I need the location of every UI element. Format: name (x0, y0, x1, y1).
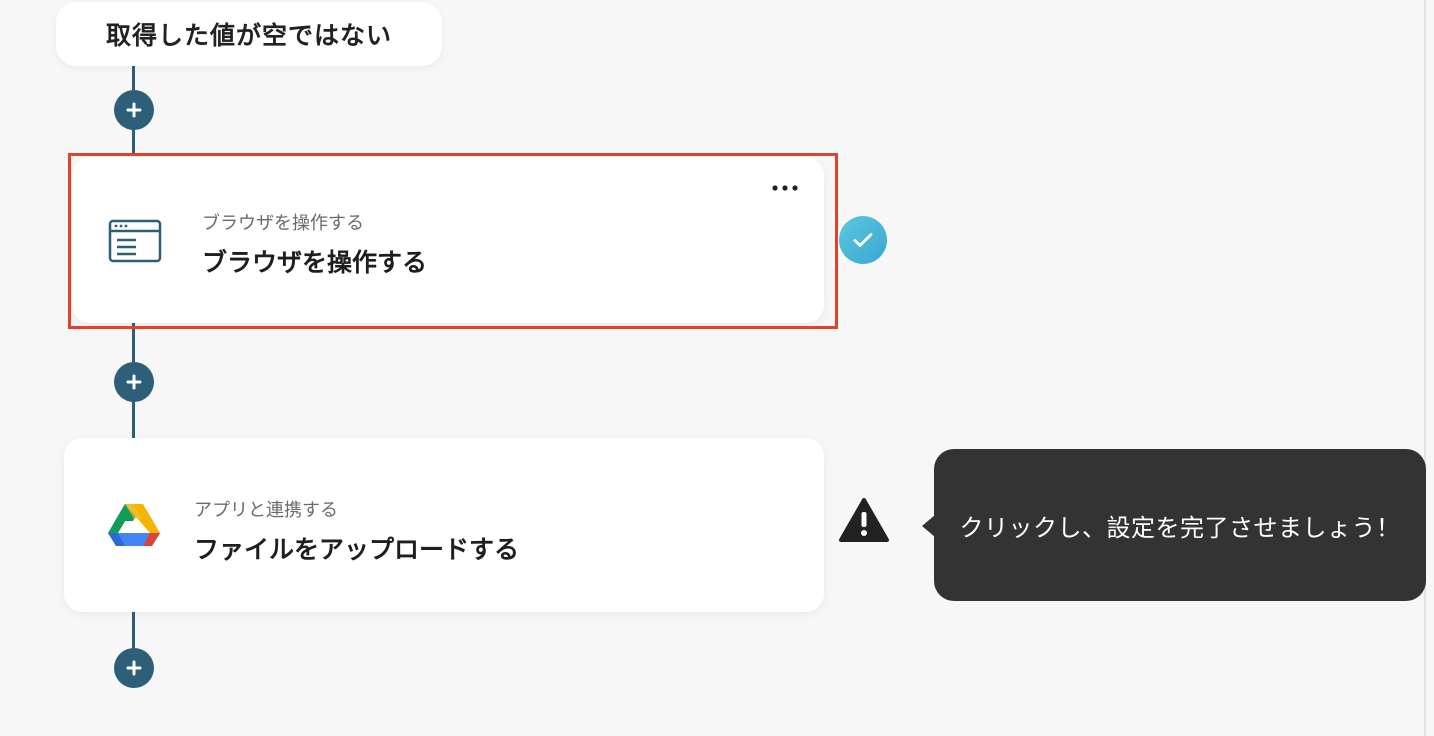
add-step-button[interactable] (114, 648, 154, 688)
page-right-border (1424, 0, 1426, 736)
add-step-button[interactable] (114, 90, 154, 130)
step-subtitle: アプリと連携する (194, 500, 338, 521)
plus-icon (126, 102, 142, 118)
plus-icon (126, 660, 142, 676)
add-step-button[interactable] (114, 362, 154, 402)
condition-node[interactable]: 取得した値が空ではない (56, 2, 442, 66)
google-drive-icon (108, 504, 160, 546)
step-title: ファイルをアップロードする (194, 535, 520, 564)
tooltip-text: クリックし、設定を完了させましょう！ (959, 513, 1401, 542)
setup-tooltip: クリックし、設定を完了させましょう！ (934, 449, 1426, 601)
step-title: ブラウザを操作する (202, 248, 428, 277)
step-subtitle: ブラウザを操作する (202, 213, 364, 234)
step-card-upload[interactable]: アプリと連携する ファイルをアップロードする (64, 438, 824, 612)
browser-window-icon (108, 219, 162, 263)
condition-label: 取得した値が空ではない (105, 21, 392, 50)
more-options-icon[interactable] (770, 181, 800, 195)
check-icon (839, 216, 887, 264)
step-card-browser[interactable]: ブラウザを操作する ブラウザを操作する (72, 157, 824, 323)
plus-icon (126, 374, 142, 390)
warning-icon (839, 498, 889, 542)
